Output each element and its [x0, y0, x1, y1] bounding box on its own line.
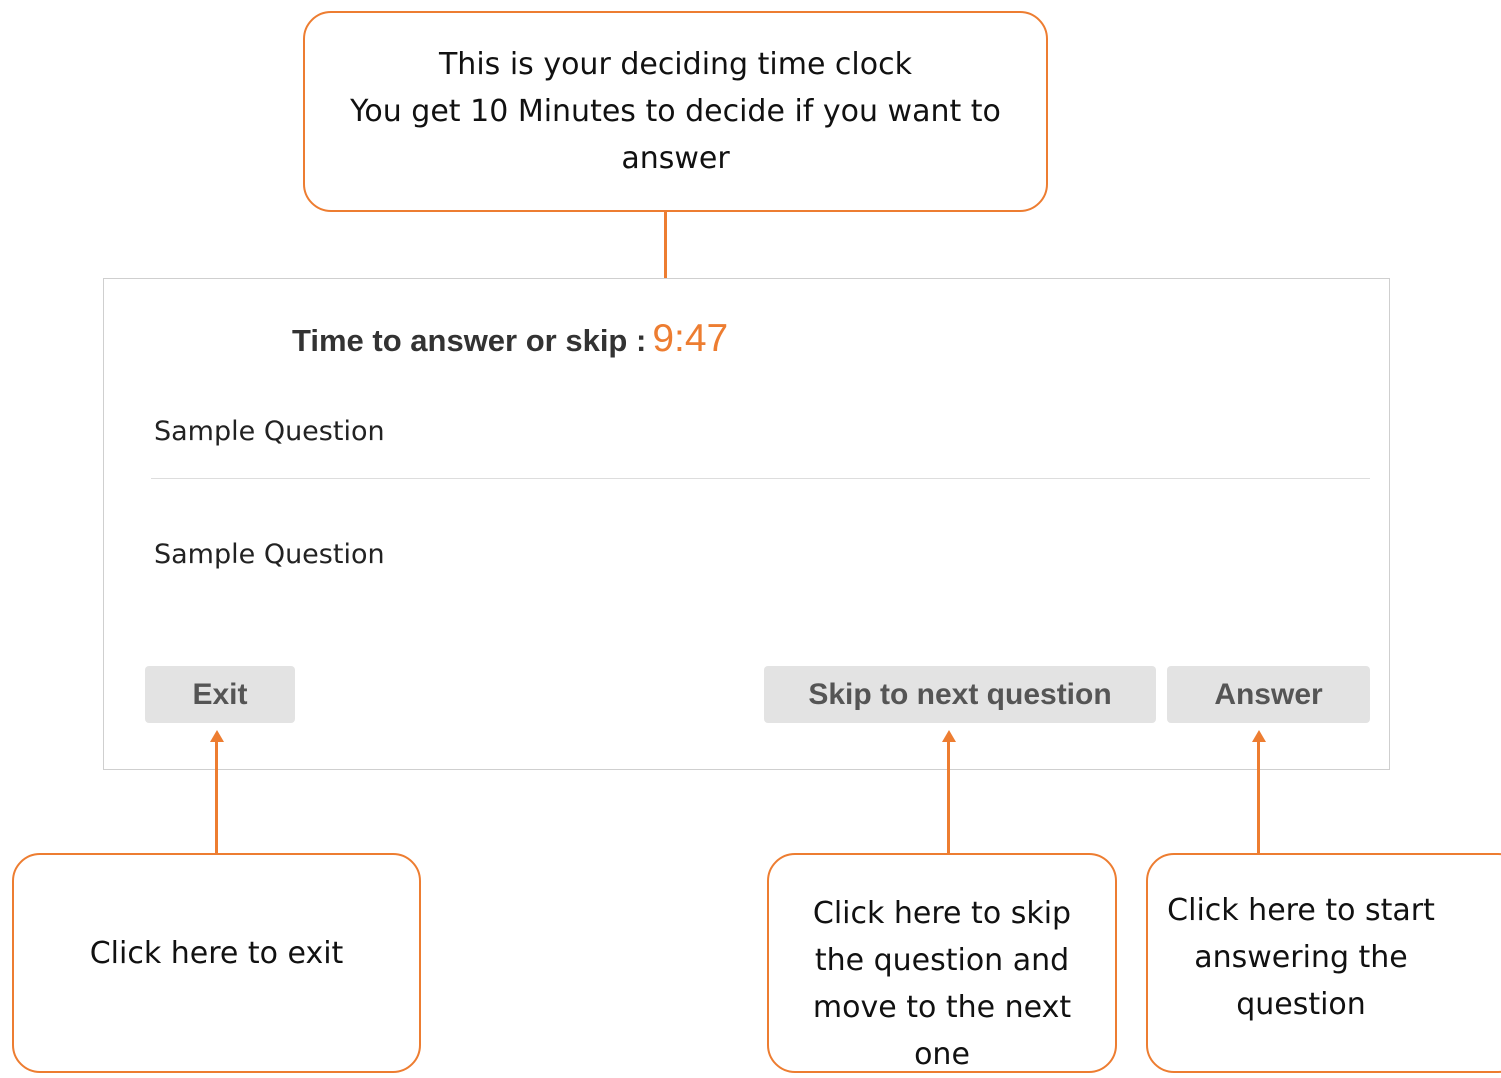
skip-callout-line-3: move to the next: [812, 990, 1072, 1025]
exit-arrow-line: [215, 741, 218, 853]
question-text: Sample Question: [154, 539, 385, 570]
exit-callout-line-1: Click here to exit: [89, 935, 344, 971]
timer-callout-line-1: This is your deciding time clock: [438, 47, 912, 82]
skip-button[interactable]: Skip to next question: [764, 666, 1156, 723]
timer-value: 9:47: [652, 317, 729, 360]
divider: [151, 478, 1370, 479]
timer-label: Time to answer or skip :: [292, 323, 647, 358]
exit-button[interactable]: Exit: [145, 666, 295, 723]
question-text: Sample Question: [154, 416, 385, 447]
exit-callout: Click here to exit: [12, 853, 421, 1073]
timer-callout-line-3: answer: [621, 141, 730, 176]
answer-callout-line-3: question: [1236, 986, 1366, 1022]
answer-callout-line-2: answering the: [1194, 939, 1408, 975]
skip-callout-line-2: the question and: [814, 943, 1070, 978]
timer-callout-line-2: You get 10 Minutes to decide if you want…: [350, 94, 1001, 129]
answer-callout: Click here to start answering the questi…: [1146, 853, 1501, 1073]
skip-callout-line-1: Click here to skip: [812, 896, 1072, 931]
skip-callout: Click here to skip the question and move…: [767, 853, 1117, 1073]
skip-callout-line-4: one: [914, 1037, 970, 1072]
skip-arrow-line: [947, 741, 950, 853]
timer-row: Time to answer or skip :9:47: [292, 317, 728, 361]
answer-callout-line-1: Click here to start: [1167, 892, 1435, 928]
answer-arrow-line: [1257, 741, 1260, 853]
timer-callout: This is your deciding time clock You get…: [303, 11, 1048, 212]
answer-button[interactable]: Answer: [1167, 666, 1370, 723]
question-panel: Time to answer or skip :9:47 Sample Ques…: [103, 278, 1390, 770]
